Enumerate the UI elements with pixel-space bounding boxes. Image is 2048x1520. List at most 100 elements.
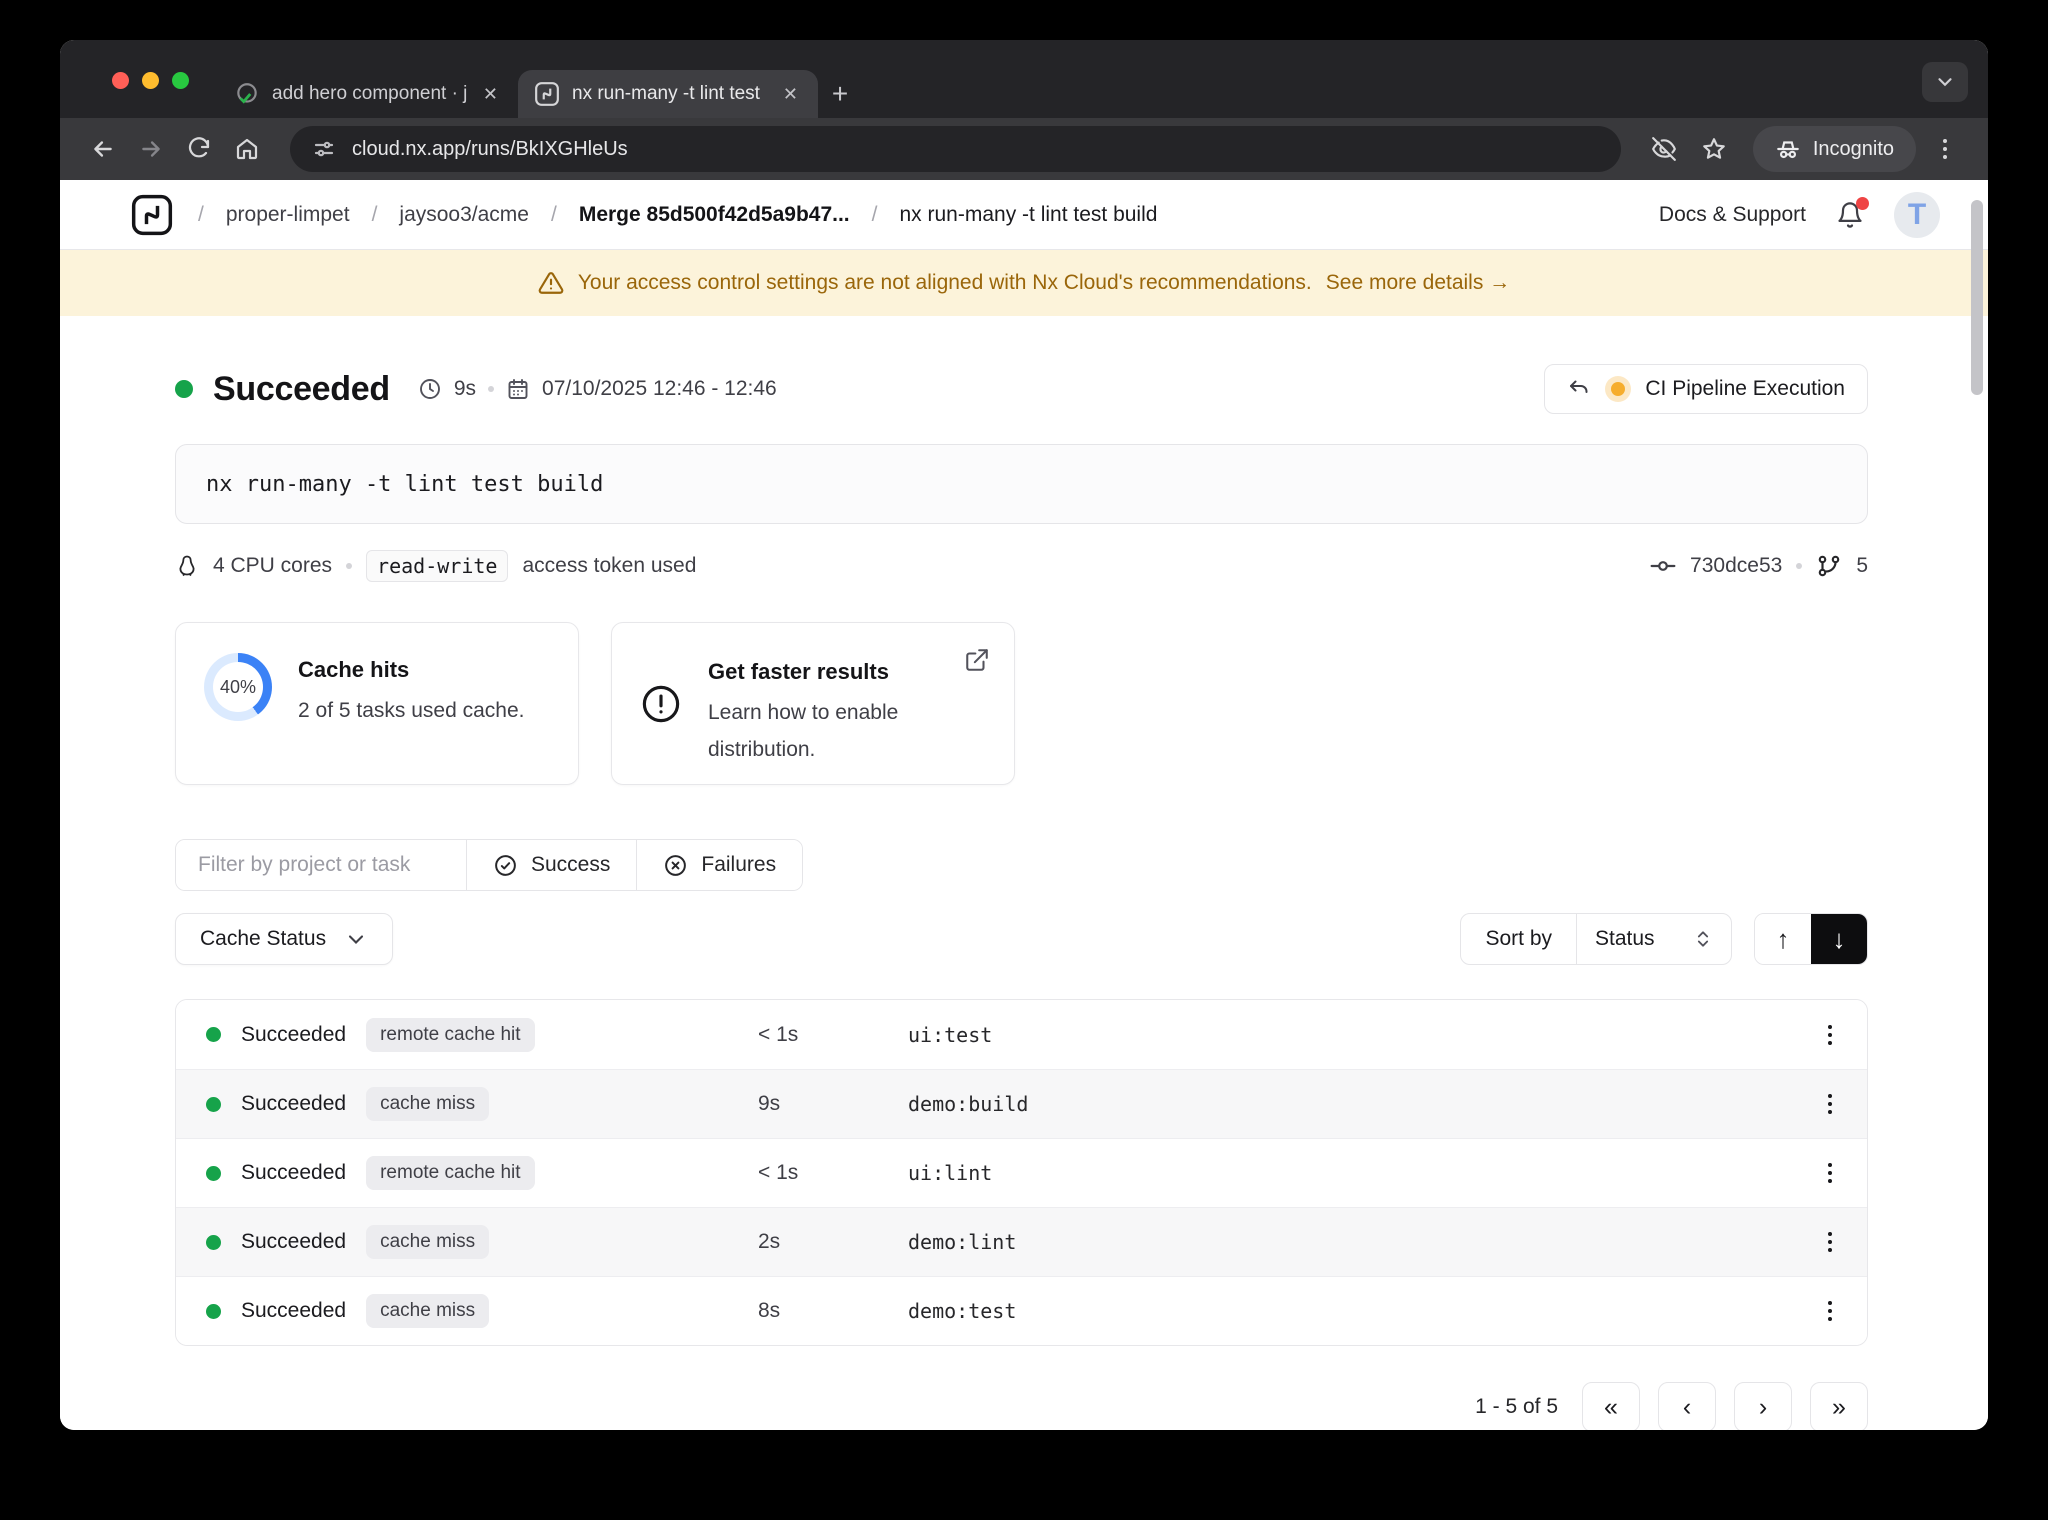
minimize-window-button[interactable]	[142, 72, 159, 89]
table-row[interactable]: Succeeded remote cache hit < 1s ui:test	[176, 1000, 1867, 1069]
url-text[interactable]: cloud.nx.app/runs/BkIXGHleUs	[352, 138, 628, 161]
run-status-title: Succeeded	[213, 369, 390, 408]
external-link-icon[interactable]	[964, 647, 990, 673]
table-row[interactable]: Succeeded remote cache hit < 1s ui:lint	[176, 1138, 1867, 1207]
breadcrumb-run[interactable]: nx run-many -t lint test build	[900, 203, 1158, 227]
breadcrumb-commit[interactable]: Merge 85d500f42d5a9b47...	[579, 203, 850, 227]
eye-off-icon[interactable]	[1643, 128, 1685, 170]
ci-pipeline-execution-button[interactable]: CI Pipeline Execution	[1544, 364, 1868, 414]
access-token-badge: read-write	[366, 550, 509, 582]
tab-title: add hero component · jaysoo	[272, 83, 467, 104]
pagination-label: 1 - 5 of 5	[1475, 1395, 1558, 1418]
address-bar[interactable]: cloud.nx.app/runs/BkIXGHleUs	[290, 126, 1621, 172]
zoom-window-button[interactable]	[172, 72, 189, 89]
commit-sha[interactable]: 730dce53	[1690, 554, 1782, 578]
cache-badge: remote cache hit	[366, 1017, 535, 1052]
kebab-icon	[1828, 1232, 1832, 1252]
faster-results-subtitle: Learn how to enable distribution.	[708, 701, 899, 761]
notifications-button[interactable]	[1836, 196, 1869, 229]
tab-nx-run[interactable]: nx run-many -t lint test ... fron ✕	[518, 70, 818, 118]
banner-details-link[interactable]: See more details →	[1326, 271, 1510, 295]
pagination: 1 - 5 of 5 « ‹ › »	[175, 1382, 1868, 1430]
git-branch-icon	[1816, 553, 1842, 579]
tab-title: nx run-many -t lint test ... fron	[572, 83, 767, 104]
previous-page-button[interactable]: ‹	[1658, 1382, 1716, 1430]
row-menu-button[interactable]	[1793, 1301, 1867, 1321]
browser-toolbar: cloud.nx.app/runs/BkIXGHleUs Incognito	[60, 118, 1988, 180]
close-icon[interactable]: ✕	[479, 82, 502, 107]
kebab-icon	[1828, 1094, 1832, 1114]
table-row[interactable]: Succeeded cache miss 2s demo:lint	[176, 1207, 1867, 1276]
table-row[interactable]: Succeeded cache miss 8s demo:test	[176, 1276, 1867, 1345]
sort-by-label: Sort by	[1485, 927, 1552, 950]
bookmark-star-icon[interactable]	[1693, 128, 1735, 170]
run-command: nx run-many -t lint test build	[175, 444, 1868, 524]
scrollbar-thumb[interactable]	[1971, 200, 1983, 395]
kebab-icon	[1943, 139, 1947, 159]
clock-icon	[418, 377, 442, 401]
chevron-down-icon	[344, 927, 368, 951]
success-dot	[206, 1303, 221, 1319]
breadcrumb-separator: /	[371, 202, 378, 226]
row-menu-button[interactable]	[1793, 1163, 1867, 1183]
filter-success-button[interactable]: Success	[466, 840, 637, 890]
row-menu-button[interactable]	[1793, 1024, 1867, 1045]
branch-count[interactable]: 5	[1856, 554, 1868, 578]
sort-ascending-button[interactable]: ↑	[1755, 914, 1811, 964]
browser-menu-button[interactable]	[1924, 128, 1966, 170]
site-info-icon[interactable]	[312, 137, 336, 161]
row-status: Succeeded	[241, 1299, 347, 1322]
run-duration: 9s	[453, 377, 477, 400]
docs-support-link[interactable]: Docs & Support	[1659, 203, 1806, 227]
row-menu-button[interactable]	[1793, 1232, 1867, 1252]
undo-arrow-icon	[1567, 377, 1591, 401]
breadcrumb-separator: /	[198, 202, 204, 226]
cache-hits-card[interactable]: 40% Cache hits 2 of 5 tasks used cache.	[175, 622, 579, 785]
cache-badge: cache miss	[366, 1294, 490, 1328]
close-icon[interactable]: ✕	[779, 82, 802, 107]
reload-button[interactable]	[178, 128, 220, 170]
cache-badge: remote cache hit	[366, 1156, 535, 1190]
sort-select[interactable]: Status	[1576, 914, 1731, 964]
avatar[interactable]: T	[1894, 191, 1940, 238]
next-page-button[interactable]: ›	[1734, 1382, 1792, 1430]
cache-badge: cache miss	[366, 1225, 490, 1259]
row-menu-button[interactable]	[1793, 1094, 1867, 1114]
tab-add-hero-component[interactable]: add hero component · jaysoo ✕	[218, 70, 518, 118]
cache-hits-subtitle: 2 of 5 tasks used cache.	[298, 699, 525, 722]
close-window-button[interactable]	[112, 72, 129, 89]
back-button[interactable]	[82, 128, 124, 170]
filter-failures-button[interactable]: Failures	[636, 840, 803, 890]
faster-results-card[interactable]: Get faster results Learn how to enable d…	[611, 622, 1015, 785]
tab-search-button[interactable]	[1922, 62, 1968, 102]
last-page-button[interactable]: »	[1810, 1382, 1868, 1430]
status-row: Succeeded 9s 07/10/2025 12:46 - 12:46 CI…	[175, 364, 1868, 414]
filter-group: Success Failures	[175, 839, 804, 891]
separator-dot	[346, 563, 353, 569]
sort-group: Sort by Status	[1460, 913, 1732, 965]
breadcrumb-repo[interactable]: jaysoo3/acme	[399, 203, 529, 227]
cache-status-dropdown[interactable]: Cache Status	[175, 913, 394, 965]
breadcrumb-separator: /	[550, 202, 557, 226]
run-detail: Succeeded 9s 07/10/2025 12:46 - 12:46 CI…	[60, 364, 1988, 1430]
filter-success-label: Success	[531, 853, 611, 876]
linux-penguin-icon	[175, 554, 199, 578]
new-tab-button[interactable]: +	[818, 72, 862, 116]
row-task: demo:build	[908, 1092, 1029, 1116]
filter-input[interactable]	[176, 840, 466, 890]
nx-logo[interactable]	[130, 193, 174, 237]
cache-status-label: Cache Status	[200, 927, 327, 950]
sort-descending-button[interactable]: ↓	[1811, 914, 1867, 964]
row-task: ui:test	[908, 1022, 993, 1047]
forward-button[interactable]	[130, 128, 172, 170]
first-page-button[interactable]: «	[1582, 1382, 1640, 1430]
row-status: Succeeded	[241, 1022, 347, 1046]
table-row[interactable]: Succeeded cache miss 9s demo:build	[176, 1069, 1867, 1138]
commit-icon	[1650, 553, 1676, 579]
breadcrumb-workspace[interactable]: proper-limpet	[226, 203, 350, 227]
in-progress-dot	[1611, 382, 1626, 396]
home-button[interactable]	[226, 128, 268, 170]
row-duration: 2s	[758, 1230, 781, 1253]
tab-strip: add hero component · jaysoo ✕ nx run-man…	[60, 40, 1988, 118]
breadcrumb: / proper-limpet / jaysoo3/acme / Merge 8…	[198, 203, 1157, 227]
